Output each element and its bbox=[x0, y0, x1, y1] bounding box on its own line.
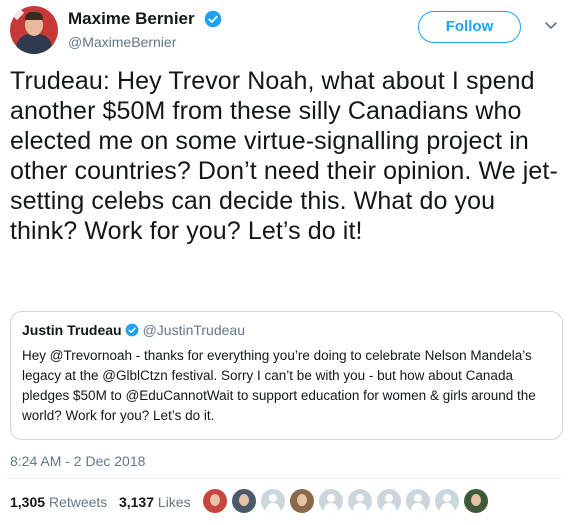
liker-avatar[interactable] bbox=[406, 489, 430, 513]
likers-avatars bbox=[203, 489, 493, 517]
quoted-tweet-header: Justin Trudeau @JustinTrudeau bbox=[22, 322, 551, 340]
flag-accent bbox=[10, 6, 25, 21]
tweet-timestamp[interactable]: 8:24 AM - 2 Dec 2018 bbox=[10, 453, 145, 469]
retweets-count: 1,305 bbox=[10, 494, 46, 510]
quoted-tweet-text: Hey @Trevornoah - thanks for everything … bbox=[22, 348, 536, 423]
author-avatar[interactable] bbox=[10, 6, 58, 54]
likes-count: 3,137 bbox=[118, 494, 155, 510]
author-name-block: Maxime Bernier @MaximeBernier bbox=[68, 9, 222, 50]
chevron-down-icon[interactable] bbox=[541, 18, 561, 34]
author-display-name[interactable]: Maxime Bernier bbox=[68, 9, 195, 29]
quoted-tweet[interactable]: Justin Trudeau @JustinTrudeau Hey @Trevo… bbox=[10, 311, 563, 440]
liker-photo bbox=[297, 494, 307, 506]
verified-badge-icon bbox=[204, 10, 222, 28]
liker-avatar[interactable] bbox=[232, 489, 256, 513]
liker-avatar[interactable] bbox=[464, 489, 488, 513]
liker-avatar[interactable] bbox=[319, 489, 343, 513]
retweets-label: Retweets bbox=[48, 494, 108, 510]
liker-avatar[interactable] bbox=[203, 489, 227, 513]
follow-button[interactable]: Follow bbox=[418, 11, 521, 43]
likes-label: Likes bbox=[157, 494, 191, 510]
tweet-header: Maxime Bernier @MaximeBernier Follow bbox=[10, 6, 561, 54]
liker-photo bbox=[471, 494, 481, 506]
liker-avatar[interactable] bbox=[377, 489, 401, 513]
liker-avatar[interactable] bbox=[435, 489, 459, 513]
liker-avatar[interactable] bbox=[348, 489, 372, 513]
liker-avatar[interactable] bbox=[290, 489, 314, 513]
tweet-text: Trudeau: Hey Trevor Noah, what about I s… bbox=[10, 67, 558, 245]
retweets-stat[interactable]: 1,305 Retweets bbox=[10, 494, 107, 510]
quoted-author-handle: @JustinTrudeau bbox=[142, 322, 245, 338]
tweet-stats: 1,305 Retweets 3,137 Likes bbox=[10, 494, 191, 510]
verified-badge-icon bbox=[125, 323, 138, 337]
liker-photo bbox=[210, 494, 220, 506]
liker-avatar[interactable] bbox=[261, 489, 285, 513]
liker-photo bbox=[239, 494, 249, 506]
divider bbox=[10, 478, 561, 479]
likes-stat[interactable]: 3,137 Likes bbox=[119, 494, 191, 510]
author-handle[interactable]: @MaximeBernier bbox=[68, 34, 222, 50]
quoted-author-name: Justin Trudeau bbox=[22, 322, 122, 338]
